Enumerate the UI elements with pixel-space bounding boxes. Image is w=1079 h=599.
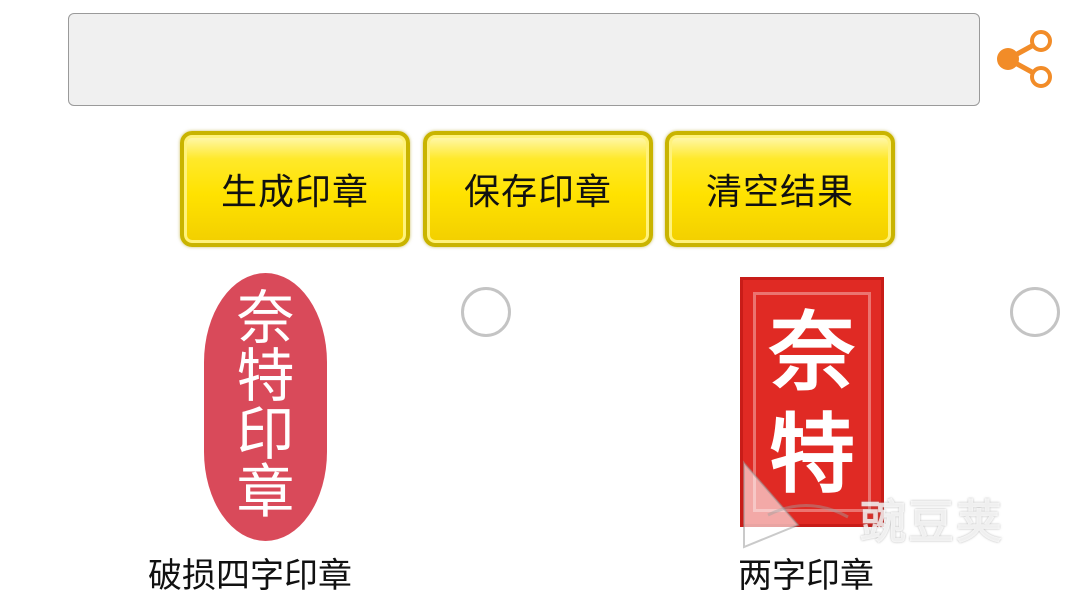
seal-char: 特 xyxy=(769,404,855,505)
seal-image-damaged-four-char[interactable]: 奈 特 印 章 xyxy=(204,273,327,541)
select-radio-seal-2[interactable] xyxy=(1010,287,1060,337)
seal-text-input[interactable] xyxy=(68,13,980,106)
seal-char: 奈 xyxy=(236,284,295,352)
generate-seal-button[interactable]: 生成印章 xyxy=(180,131,410,247)
seal-char: 特 xyxy=(236,342,295,410)
seal-char: 奈 xyxy=(769,302,855,403)
clear-results-button[interactable]: 清空结果 xyxy=(665,131,895,247)
seal-glyphs: 奈 特 xyxy=(743,302,881,506)
share-icon xyxy=(997,30,1052,88)
save-seal-button[interactable]: 保存印章 xyxy=(423,131,653,247)
share-button[interactable] xyxy=(994,28,1056,90)
select-radio-seal-1[interactable] xyxy=(461,287,511,337)
seal-caption-2: 两字印章 xyxy=(738,556,874,596)
seal-glyphs: 奈 特 印 章 xyxy=(204,289,327,521)
seal-image-two-char[interactable]: 奈 特 xyxy=(740,277,884,527)
seal-caption-1: 破损四字印章 xyxy=(148,556,352,596)
seal-char: 章 xyxy=(236,458,295,526)
action-button-row: 生成印章 保存印章 清空结果 xyxy=(0,131,1079,247)
seal-char: 印 xyxy=(236,400,295,468)
